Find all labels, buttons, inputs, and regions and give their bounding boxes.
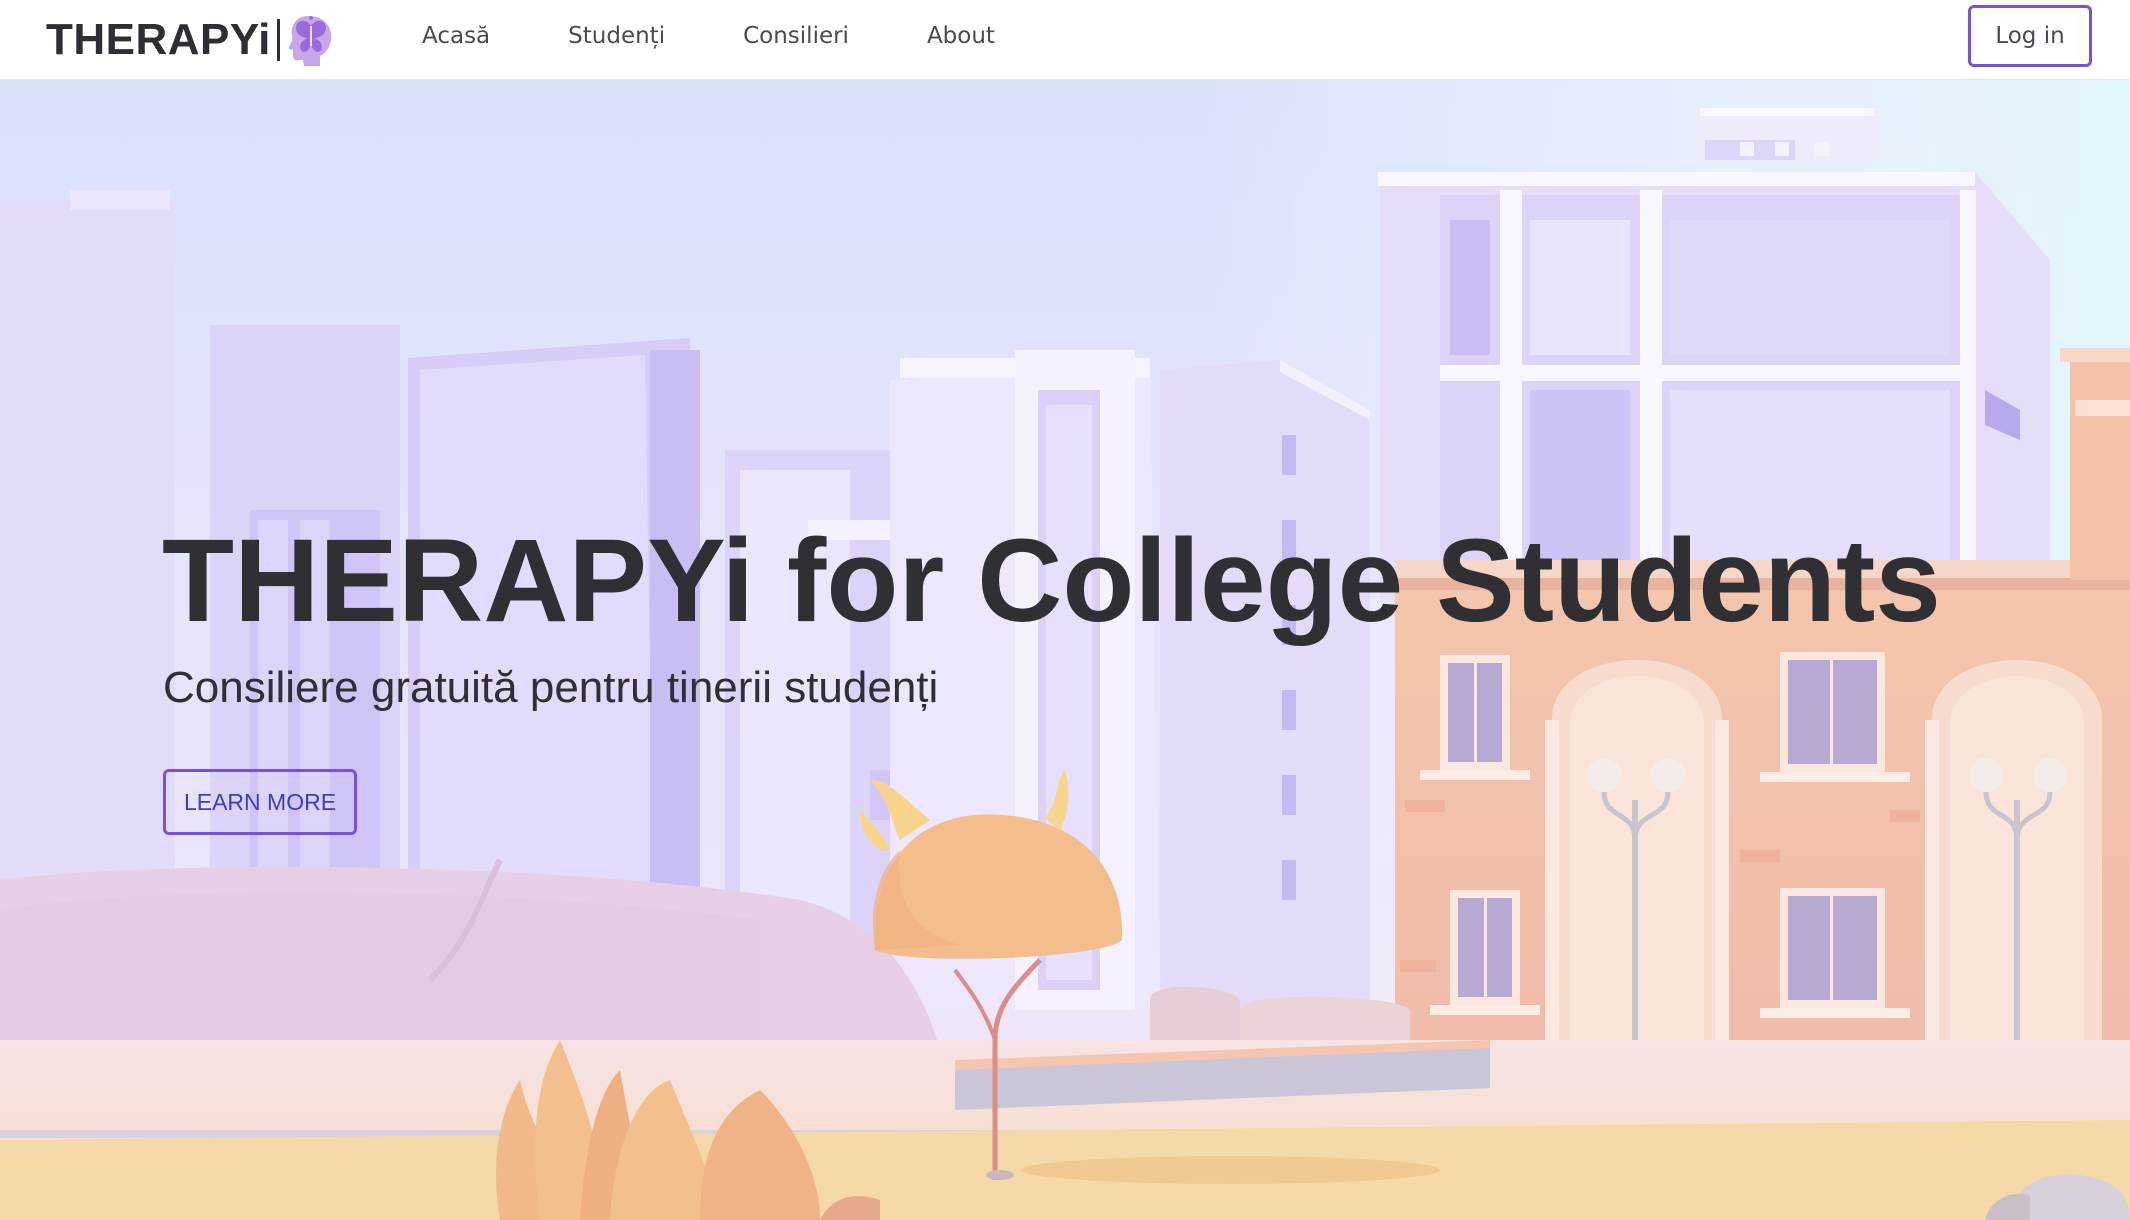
login-button[interactable]: Log in [1968, 5, 2092, 67]
nav-link-about[interactable]: About [927, 23, 995, 49]
brand-divider [276, 19, 280, 61]
hero-title: THERAPYi for College Students [162, 515, 1941, 647]
hero-section: THERAPYi for College Students Consiliere… [0, 80, 2130, 1220]
hero-campus-illustration [0, 80, 2130, 1220]
hero-subtitle: Consiliere gratuită pentru tinerii stude… [163, 663, 939, 712]
brand-logo-link[interactable]: THERAPYi [46, 8, 336, 72]
nav-link-studenti[interactable]: Studenți [568, 23, 665, 49]
brand-name: THERAPYi [46, 15, 271, 64]
main-nav: Acasă Studenți Consilieri About [422, 0, 1073, 72]
head-butterfly-logo-icon [288, 16, 331, 66]
nav-link-acasa[interactable]: Acasă [422, 23, 490, 49]
top-navbar: THERAPYi Acasă Studenți Consilieri About… [0, 0, 2130, 80]
learn-more-button[interactable]: LEARN MORE [163, 769, 357, 835]
nav-link-consilieri[interactable]: Consilieri [743, 23, 849, 49]
